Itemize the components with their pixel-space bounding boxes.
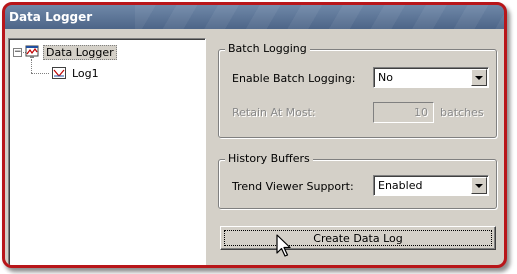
dropdown-button[interactable] <box>471 177 487 194</box>
tree-node-data-logger[interactable]: − Data Logger <box>13 44 117 60</box>
mouse-pointer-icon <box>276 234 291 257</box>
chevron-down-icon <box>475 183 483 188</box>
retain-at-most-label: Retain At Most: <box>232 106 316 119</box>
data-logger-icon <box>25 45 39 58</box>
group-title: Batch Logging <box>225 42 310 55</box>
select-value: No <box>378 71 393 84</box>
enable-batch-logging-select[interactable]: No <box>373 67 489 88</box>
history-buffers-group: History Buffers Trend Viewer Support: En… <box>218 152 497 209</box>
collapse-icon[interactable]: − <box>13 47 22 57</box>
field-value: 10 <box>414 106 428 119</box>
window-client-area: − Data Logger Log1 Batch Logging Enable … <box>5 29 504 265</box>
group-title: History Buffers <box>225 152 313 165</box>
tree-node-label: Log1 <box>72 66 99 80</box>
window-title: Data Logger <box>9 10 93 24</box>
tree-connector <box>31 73 49 74</box>
tree-node-log1[interactable]: Log1 <box>51 65 101 81</box>
trend-viewer-support-select[interactable]: Enabled <box>373 175 489 196</box>
chevron-down-icon <box>475 75 483 80</box>
dropdown-button[interactable] <box>471 69 487 86</box>
select-value: Enabled <box>378 179 423 192</box>
title-bar: Data Logger <box>5 5 504 29</box>
tree-connector <box>31 59 32 73</box>
log-icon <box>52 67 66 79</box>
screenshot-frame: Data Logger − Data Logger Log1 Batch Log… <box>0 0 517 274</box>
trend-viewer-support-label: Trend Viewer Support: <box>232 180 354 193</box>
create-data-log-button[interactable]: Create Data Log <box>220 226 496 250</box>
retain-at-most-field[interactable]: 10 <box>373 102 434 123</box>
batches-unit-label: batches <box>440 106 484 119</box>
batch-logging-group: Batch Logging Enable Batch Logging: No R… <box>218 42 497 138</box>
tree-node-label: Data Logger <box>43 44 117 60</box>
tree-view[interactable]: − Data Logger Log1 <box>8 38 206 265</box>
window-border: Data Logger − Data Logger Log1 Batch Log… <box>2 2 507 268</box>
focus-rectangle <box>224 230 492 246</box>
enable-batch-logging-label: Enable Batch Logging: <box>232 72 356 85</box>
